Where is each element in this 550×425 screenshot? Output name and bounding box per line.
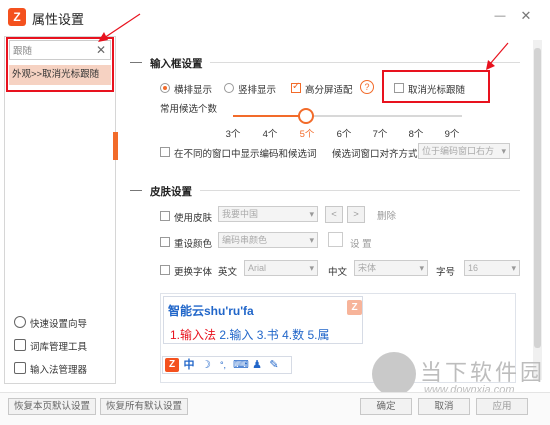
ime-manager-label: 输入法管理器	[30, 365, 88, 376]
watermark-logo	[372, 352, 416, 396]
candidate-item: 1.输入法	[170, 328, 217, 342]
vertical-label: 竖排显示	[238, 85, 277, 96]
half-width-icon: ☽	[201, 359, 211, 371]
tick-label-selected: 5个	[299, 129, 315, 140]
input-box-section-title: 输入框设置	[150, 58, 203, 70]
minimize-icon[interactable]: —	[493, 9, 507, 23]
cancel-button[interactable]: 取消	[418, 398, 470, 415]
candidates-slider-thumb[interactable]	[298, 108, 314, 124]
tick-label: 8个	[408, 129, 424, 140]
hidpi-label: 高分屏适配	[305, 85, 353, 96]
tick-label: 3个	[225, 129, 241, 140]
restore-page-defaults-button[interactable]: 恢复本页默认设置	[8, 398, 96, 415]
skin-prev-button[interactable]: <	[325, 206, 343, 223]
sidebar-selection-indicator	[113, 132, 118, 160]
recolor-select[interactable]: 编码串颜色	[218, 232, 318, 248]
horizontal-radio[interactable]	[160, 83, 170, 93]
color-swatch[interactable]	[328, 232, 343, 247]
recolor-label: 重设颜色	[174, 239, 213, 250]
vertical-radio[interactable]	[224, 83, 234, 93]
dictionary-icon	[14, 339, 26, 351]
section-dash	[130, 190, 142, 191]
candidate-item: 2.输入	[219, 328, 254, 342]
app-logo-icon: Z	[8, 8, 26, 26]
section-divider	[210, 62, 520, 63]
tick-label: 6个	[336, 129, 352, 140]
punctuation-icon: °,	[219, 360, 227, 370]
chinese-font-label: 中文	[328, 267, 348, 278]
dictionary-tool-label: 词库管理工具	[30, 342, 88, 353]
tick-label: 7个	[372, 129, 388, 140]
align-select[interactable]: 位于编码窗口右方	[418, 143, 510, 159]
ok-button[interactable]: 确定	[360, 398, 412, 415]
show-code-label: 在不同的窗口中显示编码和候选词	[174, 149, 317, 160]
preview-logo-icon: Z	[347, 300, 362, 315]
watermark-title: 当下软件园	[420, 360, 546, 385]
section-dash	[130, 62, 142, 63]
chinese-font-select[interactable]: 宋体	[354, 260, 428, 276]
candidate-item: 3.书	[256, 328, 279, 342]
font-size-select[interactable]: 16	[464, 260, 520, 276]
annotation-arrow	[98, 13, 141, 42]
use-skin-checkbox[interactable]	[160, 211, 170, 221]
ime-status-bar-preview: Z 中 ☽ °, ⌨ ♟ ✎	[162, 356, 292, 374]
candidate-item: 5.属	[307, 328, 330, 342]
tick-label: 9个	[444, 129, 460, 140]
english-font-label: 英文	[218, 267, 238, 278]
horizontal-label: 横排显示	[174, 85, 213, 96]
composition-text: 智能云shu'ru'fa	[168, 304, 254, 318]
section-divider	[200, 190, 520, 191]
skin-select[interactable]: 我要中国	[218, 206, 318, 222]
recolor-settings-button[interactable]: 设 置	[350, 236, 372, 250]
font-size-label: 字号	[436, 267, 456, 278]
help-icon[interactable]: ?	[360, 80, 374, 94]
keyboard-icon: ⌨	[233, 359, 249, 371]
manager-icon	[14, 362, 26, 374]
show-code-checkbox[interactable]	[160, 147, 170, 157]
tools-icon: ✎	[269, 359, 279, 371]
align-label: 候选词窗口对齐方式	[332, 149, 418, 160]
recolor-checkbox[interactable]	[160, 237, 170, 247]
scrollbar-thumb[interactable]	[534, 48, 541, 348]
candidate-list: 1.输入法 2.输入 3.书 4.数 5.属	[170, 326, 329, 343]
skin-delete-button[interactable]: 删除	[377, 208, 396, 222]
skin-next-button[interactable]: >	[347, 206, 365, 223]
quick-setup-label: 快速设置向导	[30, 319, 88, 330]
change-font-checkbox[interactable]	[160, 265, 170, 275]
annotation-box-option	[382, 70, 490, 103]
refresh-icon	[14, 316, 26, 328]
annotation-arrow	[486, 42, 509, 70]
change-font-label: 更换字体	[174, 267, 213, 278]
candidates-label: 常用候选个数	[160, 104, 218, 115]
close-icon[interactable]: ✕	[519, 9, 533, 23]
english-font-select[interactable]: Arial	[244, 260, 318, 276]
tick-label: 4个	[262, 129, 278, 140]
restore-all-defaults-button[interactable]: 恢复所有默认设置	[100, 398, 188, 415]
hidpi-checkbox[interactable]	[291, 81, 301, 93]
skin-section-title: 皮肤设置	[150, 186, 192, 198]
app-logo-icon: Z	[165, 358, 179, 372]
chinese-mode-icon: 中	[183, 359, 195, 371]
candidates-slider-fill	[233, 115, 306, 117]
candidate-item: 4.数	[282, 328, 305, 342]
user-icon: ♟	[252, 359, 262, 371]
window-title: 属性设置	[32, 12, 85, 27]
apply-button[interactable]: 应用	[476, 398, 528, 415]
use-skin-label: 使用皮肤	[174, 213, 213, 224]
